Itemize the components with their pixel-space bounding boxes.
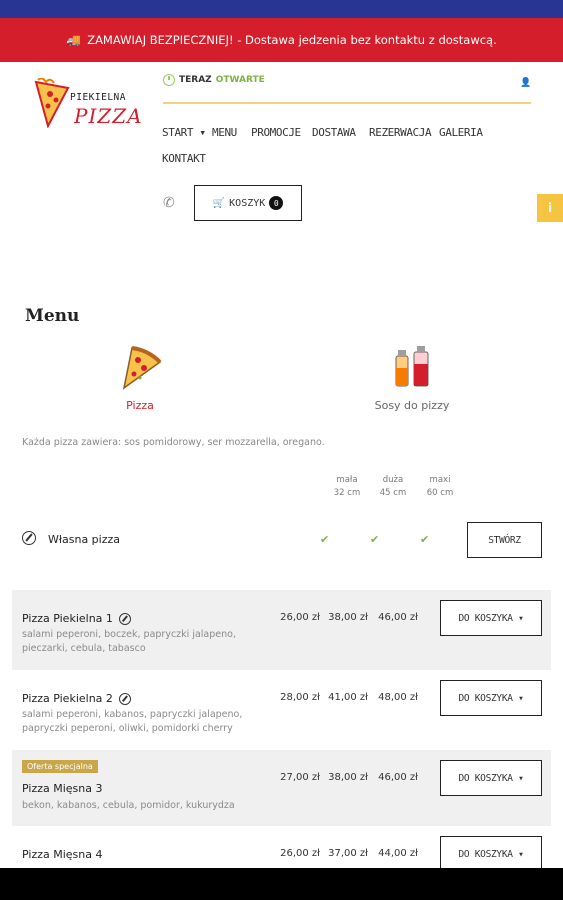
category-pizza-label: Pizza	[126, 399, 154, 412]
price-large: 38,00 zł	[328, 772, 368, 783]
category-pizza[interactable]: Pizza	[110, 344, 170, 412]
compass-icon	[118, 692, 131, 705]
compass-icon	[118, 612, 131, 625]
pizza-info-text: Każda pizza zawiera: sos pomidorowy, ser…	[22, 437, 325, 448]
top-color-stripe	[0, 0, 563, 18]
opening-status: TERAZ OTWARTE	[163, 74, 265, 86]
nav-item-galeria[interactable]: GALERIA	[439, 126, 483, 139]
menu-item: Oferta specjalna Pizza Mięsna 3 bekon, k…	[12, 750, 551, 826]
size-diameter: 45 cm	[379, 488, 407, 498]
system-nav-bar	[0, 868, 563, 900]
nav-item-dostawa[interactable]: DOSTAWA	[312, 126, 356, 139]
size-diameter: 60 cm	[426, 488, 454, 498]
menu-item-description: bekon, kabanos, cebula, pomidor, kukuryd…	[22, 800, 235, 811]
menu-item: Pizza Piekielna 1 salami peperoni, bocze…	[12, 590, 551, 670]
size-header-maxi: maxi 60 cm	[420, 474, 460, 500]
pizza-slice-icon	[122, 346, 162, 390]
price-small: 26,00 zł	[280, 848, 320, 859]
menu-item-title: Pizza Piekielna 1	[22, 612, 113, 625]
check-icon: ✔	[370, 533, 380, 546]
price-maxi: 44,00 zł	[378, 848, 418, 859]
info-icon: i	[547, 201, 553, 215]
promo-text: ZAMAWIAJ BEZPIECZNIEJ! - Dostawa jedzeni…	[87, 33, 497, 47]
page-title: Menu	[25, 306, 80, 327]
price-large: 37,00 zł	[328, 848, 368, 859]
status-prefix: TERAZ	[179, 75, 212, 85]
header-divider	[163, 102, 531, 104]
size-header-small: mała 32 cm	[327, 474, 367, 500]
price-maxi: 48,00 zł	[378, 692, 418, 703]
truck-icon: 🚚	[66, 33, 82, 47]
size-header-large: duża 45 cm	[373, 474, 413, 500]
add-to-cart-button[interactable]: DO KOSZYKA ▾	[440, 600, 542, 636]
size-name: duża	[382, 475, 404, 485]
price-small: 26,00 zł	[280, 612, 320, 623]
logo-line2: PIZZA	[74, 104, 143, 128]
user-icon[interactable]: 👤	[520, 78, 531, 88]
sauce-bottles-icon	[395, 346, 429, 387]
menu-item-name: Pizza Piekielna 1	[22, 612, 131, 625]
nav-item-promocje[interactable]: PROMOCJE	[251, 126, 301, 139]
menu-item-description: salami peperoni, kabanos, papryczki jala…	[22, 709, 243, 734]
category-sauces-label: Sosy do pizzy	[374, 399, 450, 412]
add-to-cart-button[interactable]: DO KOSZYKA ▾	[440, 680, 542, 716]
menu-item: Pizza Piekielna 2 salami peperoni, kaban…	[12, 670, 551, 750]
menu-item-title: Pizza Piekielna 2	[22, 692, 113, 705]
custom-pizza-name: Własna pizza	[48, 533, 121, 546]
size-name: maxi	[429, 475, 451, 485]
pizza-logo-icon	[34, 78, 70, 128]
menu-item-name: Pizza Mięsna 4	[22, 848, 103, 861]
price-large: 41,00 zł	[328, 692, 368, 703]
check-icon: ✔	[420, 533, 430, 546]
price-maxi: 46,00 zł	[378, 612, 418, 623]
price-small: 27,00 zł	[280, 772, 320, 783]
size-name: mała	[336, 475, 358, 485]
special-offer-badge: Oferta specjalna	[22, 760, 98, 773]
status-state: OTWARTE	[215, 75, 265, 85]
promo-banner: 🚚 ZAMAWIAJ BEZPIECZNIEJ! - Dostawa jedze…	[0, 18, 563, 62]
phone-icon[interactable]: ✆	[163, 195, 175, 211]
nav-item-menu[interactable]: MENU	[212, 126, 237, 139]
menu-item-name: Pizza Mięsna 3	[22, 782, 103, 795]
price-maxi: 46,00 zł	[378, 772, 418, 783]
price-large: 38,00 zł	[328, 612, 368, 623]
custom-pizza-row: Własna pizza ✔ ✔ ✔ STWÓRZ	[12, 512, 551, 568]
nav-item-kontakt[interactable]: KONTAKT	[162, 152, 206, 165]
logo-line1: PIEKIELNA	[70, 92, 126, 103]
menu-item-title: Pizza Mięsna 4	[22, 848, 103, 861]
cart-icon: 🛒	[212, 197, 226, 209]
menu-item: Pizza Mięsna 4 26,00 zł 37,00 zł 44,00 z…	[12, 826, 551, 868]
size-diameter: 32 cm	[333, 488, 361, 498]
cart-count-badge: 0	[269, 196, 284, 210]
menu-item-description: salami peperoni, boczek, papryczki jalap…	[22, 629, 236, 654]
clock-icon	[163, 74, 175, 86]
nav-item-start[interactable]: START ▾	[162, 126, 206, 139]
menu-item-name: Pizza Piekielna 2	[22, 692, 131, 705]
price-small: 28,00 zł	[280, 692, 320, 703]
category-sauces[interactable]: Sosy do pizzy	[360, 344, 464, 412]
check-icon: ✔	[320, 533, 330, 546]
info-side-tab[interactable]: i	[537, 194, 563, 222]
create-pizza-button[interactable]: STWÓRZ	[467, 522, 542, 558]
cart-button[interactable]: 🛒 KOSZYK 0	[194, 185, 302, 221]
add-to-cart-button[interactable]: DO KOSZYKA ▾	[440, 760, 542, 796]
add-to-cart-button[interactable]: DO KOSZYKA ▾	[440, 836, 542, 868]
compass-icon	[22, 531, 36, 545]
cart-label: KOSZYK	[229, 197, 266, 209]
site-logo[interactable]: PIEKIELNA PIZZA	[34, 72, 142, 140]
nav-item-rezerwacja[interactable]: REZERWACJA	[369, 126, 432, 139]
menu-item-title: Pizza Mięsna 3	[22, 782, 103, 795]
